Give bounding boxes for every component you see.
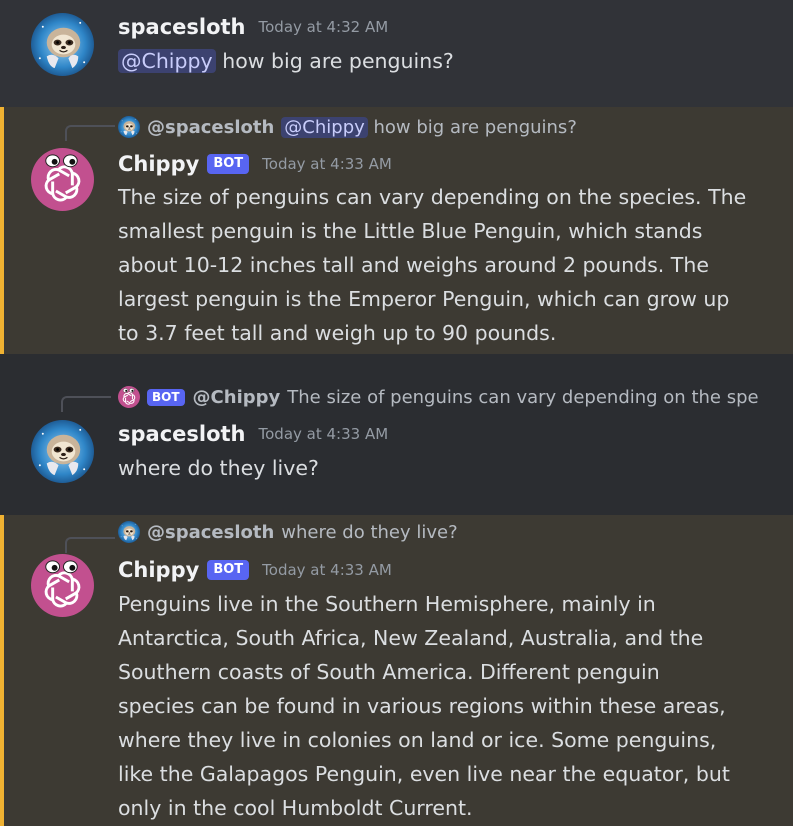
reply-connector (65, 537, 115, 553)
spacesloth-avatar-icon[interactable] (31, 13, 94, 76)
reply-preview[interactable]: BOT @Chippy The size of penguins can var… (118, 383, 788, 411)
reply-snippet[interactable]: where do they live? (281, 522, 457, 543)
message-chippy-1[interactable]: @spacesloth @Chippy how big are penguins… (0, 107, 793, 354)
message-author[interactable]: Chippy (118, 558, 199, 582)
message-author[interactable]: spacesloth (118, 15, 246, 39)
message-content: The size of penguins can vary depending … (118, 180, 778, 350)
reply-author[interactable]: @Chippy (193, 387, 281, 408)
message-line: only in the cool Humboldt Current. (118, 796, 473, 820)
message-chippy-2[interactable]: @spacesloth where do they live? Chippy B… (0, 515, 793, 826)
chippy-avatar-icon[interactable] (31, 148, 94, 211)
message-line: about 10-12 inches tall and weighs aroun… (118, 253, 709, 277)
message-text: how big are penguins? (222, 49, 454, 73)
reply-preview[interactable]: @spacesloth where do they live? (118, 518, 788, 546)
message-timestamp: Today at 4:32 AM (258, 18, 389, 36)
message-line: The size of penguins can vary depending … (118, 185, 747, 209)
message-line: Southern coasts of South America. Differ… (118, 660, 660, 684)
message-line: Penguins live in the Southern Hemisphere… (118, 592, 656, 616)
message-timestamp: Today at 4:33 AM (258, 425, 389, 443)
message-line: largest penguin is the Emperor Penguin, … (118, 287, 730, 311)
reply-snippet[interactable]: The size of penguins can vary depending … (287, 387, 758, 408)
message-content: @Chippy how big are penguins? (118, 44, 778, 78)
message-line: like the Galapagos Penguin, even live ne… (118, 762, 730, 786)
message-timestamp: Today at 4:33 AM (262, 155, 392, 173)
message-line: Antarctica, South Africa, New Zealand, A… (118, 626, 704, 650)
reply-bot-tag: BOT (147, 388, 185, 406)
message-line: smallest penguin is the Little Blue Peng… (118, 219, 703, 243)
message-spacesloth-2[interactable]: BOT @Chippy The size of penguins can var… (0, 354, 793, 515)
reply-author[interactable]: @spacesloth (147, 117, 274, 138)
reply-preview[interactable]: @spacesloth @Chippy how big are penguins… (118, 113, 788, 141)
spacesloth-mini-avatar-icon (118, 521, 140, 543)
message-spacesloth-1[interactable]: spacesloth Today at 4:32 AM @Chippy how … (0, 0, 793, 107)
chat-messages: spacesloth Today at 4:32 AM @Chippy how … (0, 0, 793, 826)
chippy-mini-avatar-icon (118, 386, 140, 408)
message-content: where do they live? (118, 451, 778, 485)
bot-tag: BOT (207, 560, 250, 580)
message-line: species can be found in various regions … (118, 694, 726, 718)
reply-connector (65, 125, 115, 141)
message-line: where they live in colonies on land or i… (118, 728, 717, 752)
spacesloth-avatar-icon[interactable] (31, 420, 94, 483)
message-text: where do they live? (118, 456, 319, 480)
chippy-mention[interactable]: @Chippy (118, 49, 216, 73)
chippy-avatar-icon[interactable] (31, 554, 94, 617)
message-author[interactable]: Chippy (118, 152, 199, 176)
message-line: to 3.7 feet tall and weigh up to 90 poun… (118, 321, 557, 345)
message-content: Penguins live in the Southern Hemisphere… (118, 587, 778, 825)
reply-mention[interactable]: @Chippy (281, 116, 368, 138)
reply-connector (61, 396, 111, 412)
message-timestamp: Today at 4:33 AM (262, 561, 392, 579)
bot-tag: BOT (207, 154, 250, 174)
reply-author[interactable]: @spacesloth (147, 522, 274, 543)
reply-text[interactable]: @Chippy how big are penguins? (281, 116, 577, 138)
spacesloth-mini-avatar-icon (118, 116, 140, 138)
reply-snippet: how big are penguins? (373, 116, 577, 138)
message-author[interactable]: spacesloth (118, 422, 246, 446)
